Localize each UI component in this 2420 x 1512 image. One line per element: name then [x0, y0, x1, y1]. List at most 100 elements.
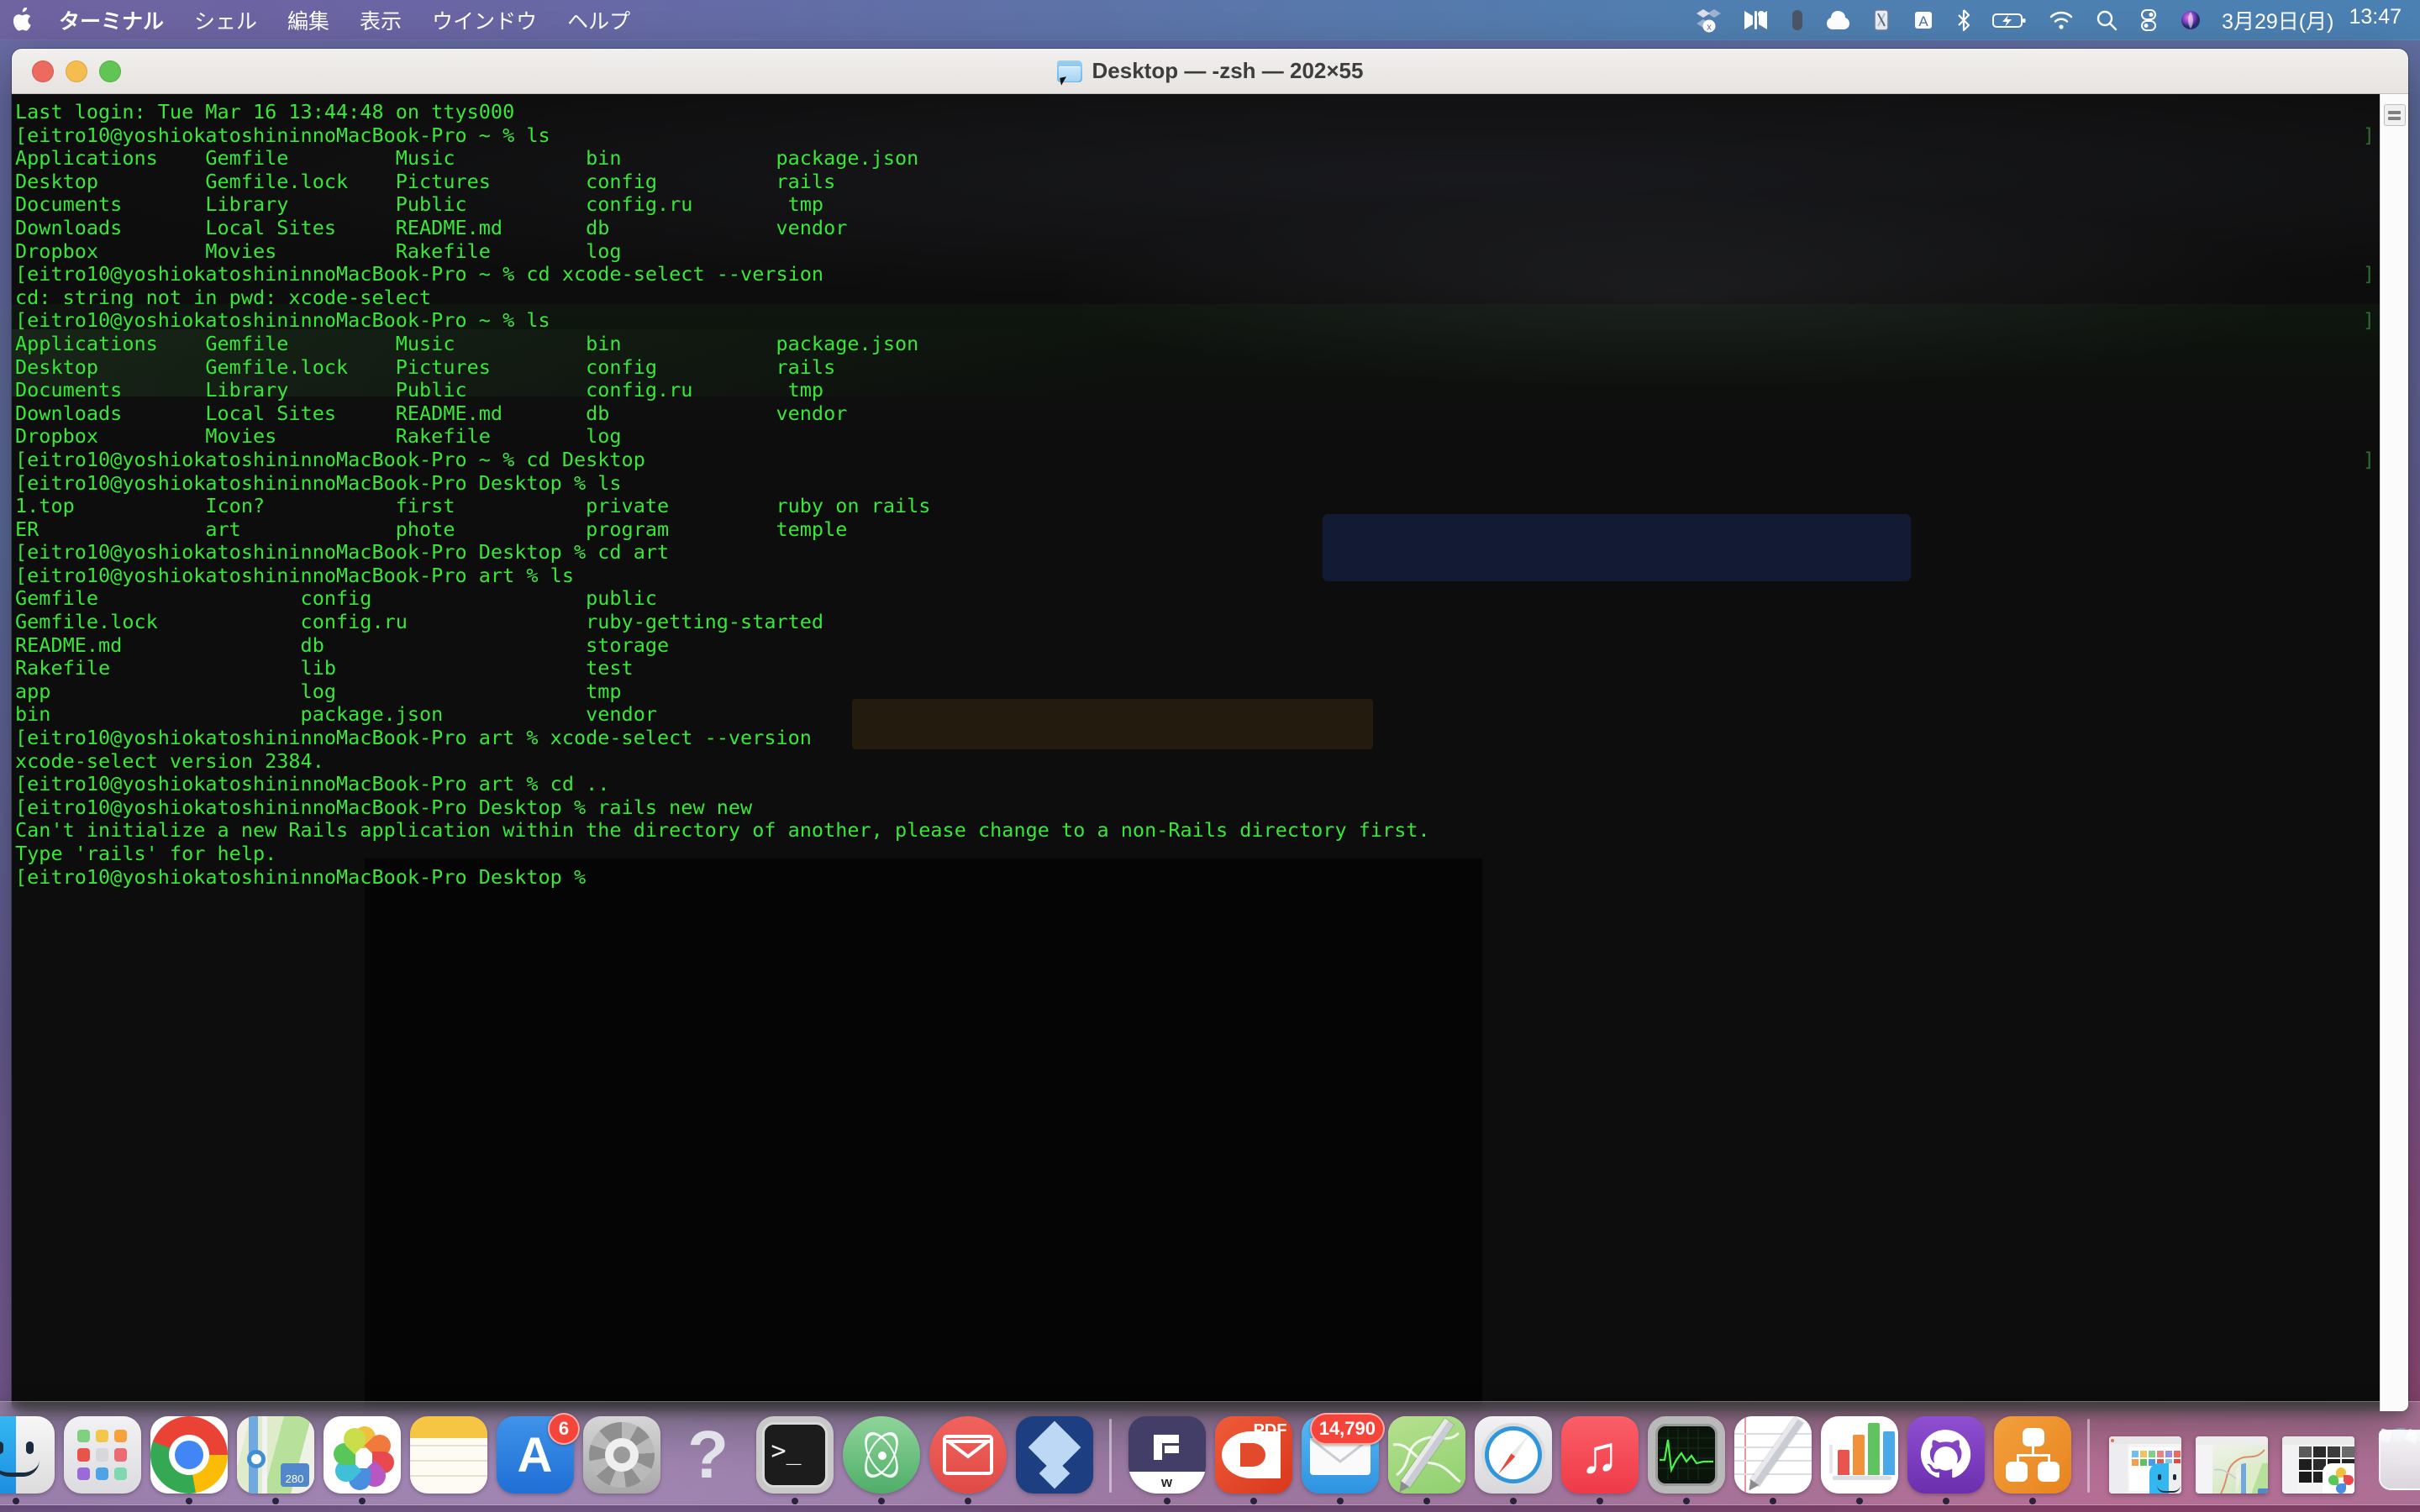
dock-item-maps-markup[interactable]: [1383, 1416, 1470, 1504]
menu-item-window[interactable]: ウインドウ: [417, 0, 552, 40]
running-indicator: [2142, 1498, 2149, 1504]
running-indicator: [2315, 1498, 2322, 1504]
resize-grip-icon[interactable]: [2383, 104, 2406, 126]
dock-item-atom[interactable]: [838, 1416, 924, 1504]
wifi-icon[interactable]: [2047, 0, 2075, 40]
dock-item-github-desktop[interactable]: ●: [1902, 1416, 1989, 1504]
menu-bar: ターミナル シェル 編集 表示 ウインドウ ヘルプ x A 3月29日(月) 1…: [0, 0, 2420, 40]
dock-minimized-maps-window[interactable]: [2188, 1436, 2275, 1504]
terminal-window[interactable]: Desktop — -zsh — 202×55 Last login: Tue …: [12, 49, 2408, 1411]
minimized-app-badge: [2322, 1463, 2354, 1494]
terminal-line: [eitro10@yoshiokatoshininnoMacBook-Pro D…: [15, 864, 598, 889]
dock-item-music[interactable]: ♫: [1556, 1416, 1643, 1504]
dock-item-finder[interactable]: [0, 1416, 59, 1504]
desktop-bleed-6: [365, 858, 1482, 1411]
dock-item-safari[interactable]: [1470, 1416, 1556, 1504]
spotlight-search-icon[interactable]: [2094, 0, 2119, 40]
running-indicator: [791, 1498, 798, 1504]
apple-logo-icon[interactable]: [0, 8, 44, 33]
running-indicator: [2228, 1498, 2235, 1504]
dock-item-trash[interactable]: [2361, 1416, 2420, 1504]
dock-separator-2: [2087, 1419, 2090, 1493]
terminal-line: Gemfile config public: [15, 586, 658, 611]
music-note-icon: ♫: [1560, 1416, 1639, 1494]
window-title-bar[interactable]: Desktop — -zsh — 202×55: [12, 49, 2408, 94]
dropbox-icon[interactable]: x: [1696, 0, 1724, 40]
zoom-button[interactable]: [99, 60, 121, 82]
bluetooth-icon[interactable]: [1954, 0, 1973, 40]
menu-bar-left: ターミナル シェル 編集 表示 ウインドウ ヘルプ: [0, 0, 645, 40]
menu-item-edit[interactable]: 編集: [272, 0, 345, 40]
control-center-icon[interactable]: [2138, 0, 2160, 40]
terminal-line: [eitro10@yoshiokatoshininnoMacBook-Pro D…: [15, 470, 622, 495]
capsule-icon[interactable]: [1790, 0, 1805, 40]
terminal-line: Documents Library Public config.ru tmp: [15, 192, 824, 217]
dock-item-omnigraffle[interactable]: [1989, 1416, 2075, 1504]
close-button[interactable]: [32, 60, 54, 82]
minimize-button[interactable]: [66, 60, 87, 82]
dock-item-system-preferences[interactable]: [578, 1416, 665, 1504]
dock-item-activity-monitor[interactable]: [1643, 1416, 1729, 1504]
terminal-right-gutter[interactable]: [2380, 94, 2408, 1411]
terminal-line: Dropbox Movies Rakefile log: [15, 239, 622, 263]
terminal-line: Applications Gemfile Music bin package.j…: [15, 331, 919, 355]
running-indicator: [358, 1498, 366, 1504]
window-title: Desktop — -zsh — 202×55: [1092, 58, 1364, 83]
terminal-body[interactable]: Last login: Tue Mar 16 13:44:48 on ttys0…: [12, 94, 2408, 1411]
dock-item-help-viewer[interactable]: ?: [665, 1416, 751, 1504]
music-visualizer-icon[interactable]: [1743, 0, 1771, 40]
dock-item-pdf-expert[interactable]: PDF: [1210, 1416, 1297, 1504]
terminal-line: Can't initialize a new Rails application…: [15, 818, 1430, 843]
menu-item-help[interactable]: ヘルプ: [552, 0, 645, 40]
terminal-line: README.md db storage: [15, 633, 670, 657]
terminal-line: Documents Library Public config.ru tmp: [15, 378, 824, 402]
running-indicator: [1051, 1498, 1058, 1504]
dock-minimized-photos-window[interactable]: [2275, 1436, 2361, 1504]
mail-badge: 14,790: [1309, 1413, 1385, 1445]
running-indicator: [185, 1498, 192, 1504]
dock-item-numbers[interactable]: [1816, 1416, 1902, 1504]
dock-item-dropbox[interactable]: [1011, 1416, 1097, 1504]
dock-minimized-finder-window[interactable]: [2102, 1436, 2188, 1504]
running-indicator: [618, 1498, 625, 1504]
siri-icon[interactable]: [2178, 0, 2203, 40]
dock-item-google-chrome[interactable]: [145, 1416, 232, 1504]
dock-item-maps[interactable]: 280: [232, 1416, 318, 1504]
filmage-icon: w: [1128, 1416, 1206, 1494]
dock-item-launchpad[interactable]: [59, 1416, 145, 1504]
dock-item-apple-mail[interactable]: 14,790: [1297, 1413, 1385, 1504]
running-indicator: [1163, 1498, 1171, 1504]
battery-stat-icon[interactable]: [1870, 0, 1892, 40]
terminal-output[interactable]: Last login: Tue Mar 16 13:44:48 on ttys0…: [12, 94, 2408, 889]
cloud-icon[interactable]: [1823, 0, 1852, 40]
dock-item-terminal[interactable]: >_: [751, 1416, 838, 1504]
window-controls: [12, 60, 121, 82]
dock-item-photos[interactable]: [318, 1416, 405, 1504]
terminal-line: [eitro10@yoshiokatoshininnoMacBook-Pro ~…: [15, 262, 824, 286]
launchpad-icon: [63, 1416, 141, 1494]
battery-charging-icon[interactable]: [1991, 0, 2028, 40]
running-indicator: [532, 1498, 539, 1504]
omnigraffle-icon: [1993, 1416, 2071, 1494]
dropbox-app-icon: [1015, 1416, 1093, 1494]
dock[interactable]: 280 6 A ? >_ w PDF 14,790 ♫ ●: [0, 1401, 2420, 1505]
maps-icon: 280: [236, 1416, 314, 1494]
terminal-line: Desktop Gemfile.lock Pictures config rai…: [15, 169, 836, 193]
menu-item-terminal[interactable]: ターミナル: [44, 0, 179, 40]
dock-separator-1: [1109, 1419, 1112, 1493]
dock-item-textedit[interactable]: [1729, 1416, 1816, 1504]
terminal-line: 1.top Icon? first private ruby on rails: [15, 494, 931, 518]
running-indicator: [1423, 1498, 1430, 1504]
photos-icon: [323, 1416, 401, 1494]
chrome-icon: [150, 1416, 228, 1494]
input-source-A-icon[interactable]: A: [1911, 0, 1936, 40]
dock-item-filmage[interactable]: w: [1123, 1416, 1210, 1504]
menu-bar-clock[interactable]: 3月29日(月) 13:47: [2222, 5, 2402, 35]
terminal-line: [eitro10@yoshiokatoshininnoMacBook-Pro ~…: [15, 123, 550, 147]
dock-item-notes[interactable]: [405, 1416, 492, 1504]
menu-item-view[interactable]: 表示: [345, 0, 417, 40]
dock-item-app-store[interactable]: 6 A: [492, 1413, 580, 1504]
menu-item-shell[interactable]: シェル: [179, 0, 272, 40]
running-indicator: [445, 1498, 452, 1504]
dock-item-spark-mail[interactable]: [924, 1416, 1011, 1504]
